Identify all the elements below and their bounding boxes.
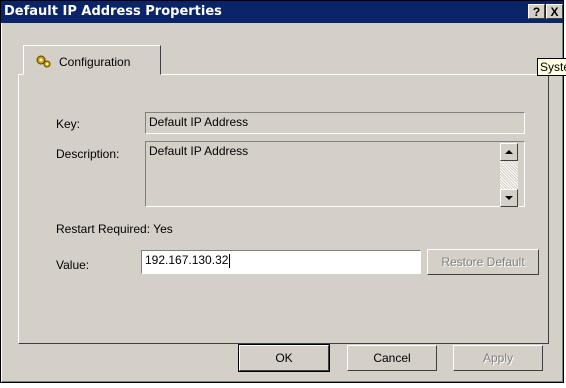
value-text: 192.167.130.32 [145, 253, 229, 267]
restore-default-label: Restore Default [441, 255, 525, 269]
restart-required-label: Restart Required: [56, 222, 151, 236]
tooltip: Syste [537, 58, 566, 76]
key-label: Key: [56, 117, 81, 131]
arrow-up-icon [505, 150, 513, 154]
help-button[interactable]: ? [528, 4, 545, 19]
close-button[interactable]: X [546, 4, 563, 19]
apply-button[interactable]: Apply [453, 345, 543, 371]
description-label: Description: [56, 147, 120, 161]
description-field: Default IP Address [145, 141, 525, 207]
text-caret [229, 253, 231, 268]
description-text: Default IP Address [149, 144, 249, 158]
restore-default-button[interactable]: Restore Default [427, 249, 539, 275]
ok-button[interactable]: OK [238, 344, 330, 372]
gear-icon [34, 53, 52, 69]
restart-required-value: Yes [153, 222, 173, 236]
apply-label: Apply [482, 351, 514, 365]
key-field: Default IP Address [145, 112, 525, 134]
cancel-button[interactable]: Cancel [347, 345, 437, 371]
tab-label: Configuration [59, 55, 131, 69]
scroll-down-button[interactable] [500, 189, 518, 207]
properties-dialog: Default IP Address Properties ? X Config… [0, 0, 564, 383]
tab-configuration[interactable]: Configuration [23, 45, 161, 75]
cancel-label: Cancel [373, 351, 411, 365]
window-title: Default IP Address Properties [4, 4, 222, 19]
value-label: Value: [56, 258, 90, 272]
scroll-up-button[interactable] [500, 143, 518, 161]
restart-required-row: Restart Required: Yes [56, 222, 173, 236]
value-input[interactable]: 192.167.130.32 [141, 250, 421, 274]
scroll-track[interactable] [500, 161, 518, 189]
arrow-down-icon [505, 196, 513, 200]
title-bar[interactable]: Default IP Address Properties ? X [1, 1, 563, 23]
ok-label: OK [275, 351, 293, 365]
description-scrollbar[interactable] [500, 143, 524, 207]
